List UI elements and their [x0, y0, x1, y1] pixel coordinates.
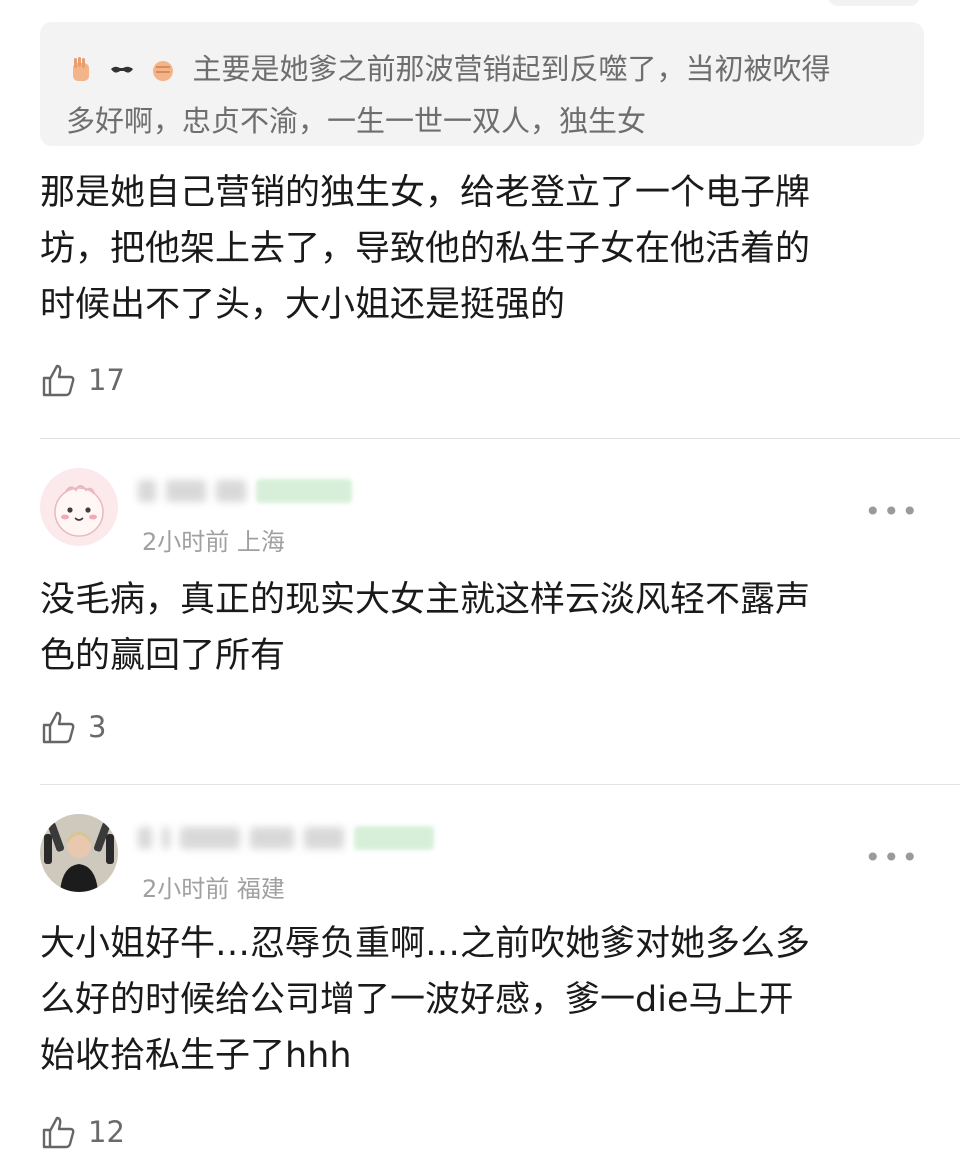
divider-1: [40, 438, 960, 439]
comment-2-like-button[interactable]: 3: [40, 707, 106, 747]
comment-1-line-2: 坊，把他架上去了，导致他的私生子女在他活着的: [40, 229, 811, 269]
comment-3-username[interactable]: [138, 823, 434, 853]
comment-2-like-count: 3: [88, 710, 107, 744]
comment-2-username[interactable]: [138, 476, 352, 506]
comment-2-body: 没毛病，真正的现实大女主就这样云淡风轻不露声 色的赢回了所有: [40, 572, 924, 684]
comment-2-avatar[interactable]: [40, 468, 118, 546]
thumbs-up-icon: [42, 1116, 75, 1149]
comment-3-like-count: 12: [88, 1115, 125, 1149]
thumbs-up-icon: [42, 711, 75, 744]
username-blur: [166, 480, 206, 502]
comment-1-like-count: 17: [88, 363, 125, 397]
username-blur: [216, 480, 246, 502]
photo-avatar-icon: [40, 814, 118, 892]
thumbs-up-icon: [42, 364, 75, 397]
comment-1-line-3: 时候出不了头，大小姐还是挺强的: [40, 285, 566, 325]
username-blur: [180, 827, 240, 849]
username-blur: [138, 827, 152, 849]
sunglasses-icon: [111, 66, 134, 73]
comment-2-line-1: 没毛病，真正的现实大女主就这样云淡风轻不露声: [40, 580, 811, 620]
username-blur: [250, 827, 294, 849]
quote-text-1: 主要是她爹之前那波营销起到反噬了，当初被吹得: [192, 52, 831, 86]
comment-3-line-1: 大小姐好牛…忍辱负重啊…之前吹她爹对她多么多: [40, 924, 811, 964]
top-pill: [828, 0, 920, 6]
username-blur: [304, 827, 344, 849]
user-badge: [354, 826, 434, 850]
comment-3-meta: 2小时前 福建: [142, 875, 285, 903]
username-blur: [162, 827, 170, 849]
comment-1-line-1: 那是她自己营销的独生女，给老登立了一个电子牌: [40, 173, 811, 213]
username-blur: [138, 480, 156, 502]
quote-text-2: 多好啊，忠贞不渝，一生一世一双人，独生女: [66, 104, 647, 138]
comment-3-line-3: 始收拾私生子了hhh: [40, 1036, 352, 1076]
comment-2-meta: 2小时前 上海: [142, 528, 285, 556]
comment-1-body: 那是她自己营销的独生女，给老登立了一个电子牌 坊，把他架上去了，导致他的私生子女…: [40, 165, 924, 333]
comment-3-like-button[interactable]: 12: [40, 1112, 125, 1152]
comment-1-like-button[interactable]: 17: [40, 360, 125, 400]
comment-3-body: 大小姐好牛…忍辱负重啊…之前吹她爹对她多么多 么好的时候给公司增了一波好感，爹一…: [40, 916, 924, 1084]
raised-hand-icon: [73, 57, 89, 81]
quoted-comment[interactable]: 主要是她爹之前那波营销起到反噬了，当初被吹得 多好啊，忠贞不渝，一生一世一双人，…: [40, 22, 924, 146]
comment-3-more-button[interactable]: •••: [864, 844, 920, 872]
comment-3-avatar[interactable]: [40, 814, 118, 892]
emoji-group: [66, 43, 180, 93]
comment-2-line-2: 色的赢回了所有: [40, 636, 286, 676]
fist-icon: [153, 61, 174, 81]
comment-3-line-2: 么好的时候给公司增了一波好感，爹一die马上开: [40, 980, 794, 1020]
divider-2: [40, 784, 960, 785]
comment-2-more-button[interactable]: •••: [864, 498, 920, 526]
cartoon-avatar-icon: [40, 468, 118, 546]
quote-line-1: 主要是她爹之前那波营销起到反噬了，当初被吹得: [66, 44, 898, 96]
user-badge: [256, 479, 352, 503]
